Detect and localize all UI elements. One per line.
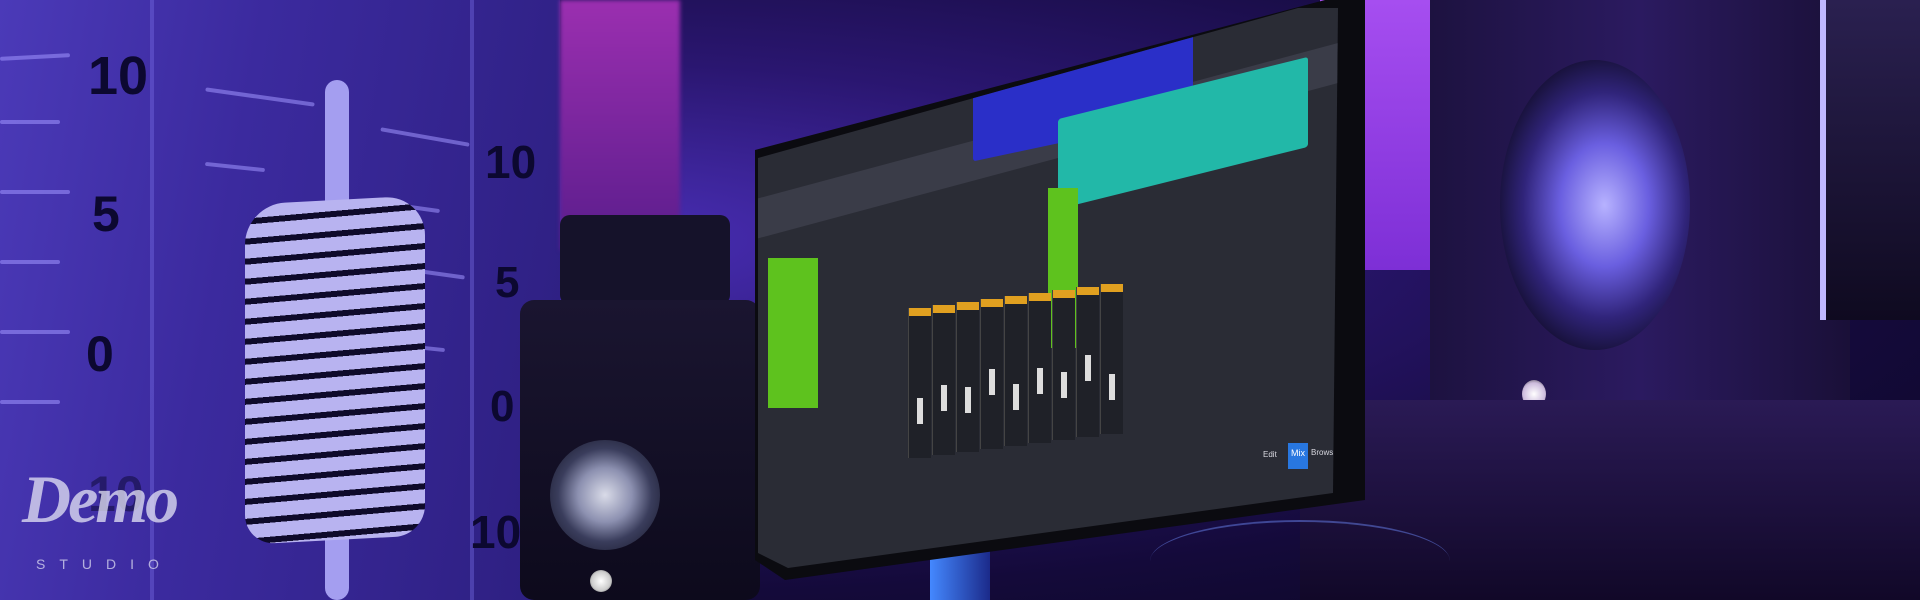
left-studio-monitor <box>520 300 760 600</box>
right-woofer <box>1500 60 1690 350</box>
scale-number: 10 <box>485 136 537 188</box>
logo-subtitle: STUDIO <box>36 556 173 572</box>
mixer-channel[interactable] <box>1076 287 1099 437</box>
tick <box>380 127 470 147</box>
right-studio-monitor <box>1430 0 1850 460</box>
channel-fader[interactable] <box>1109 374 1115 400</box>
channel-name-tag <box>1029 293 1051 301</box>
channel-name-tag <box>981 299 1003 307</box>
tick <box>0 53 71 61</box>
channel-name-tag <box>1101 284 1123 292</box>
scale-number: 0 <box>490 382 515 431</box>
scale-number: 10 <box>470 506 522 558</box>
channel-fader[interactable] <box>1013 384 1019 410</box>
mixer-channel[interactable] <box>1004 296 1027 446</box>
tick <box>0 260 60 264</box>
logo-wordmark: Demo <box>22 461 179 537</box>
left-monitor-top <box>560 215 730 305</box>
studio-photo: 10 5 0 10 10 5 0 10 Mix Edit Browse Demo… <box>0 0 1920 600</box>
channel-name-tag <box>933 305 955 313</box>
channel-fader[interactable] <box>965 387 971 413</box>
channel-fader[interactable] <box>989 369 995 395</box>
mixer-channel[interactable] <box>1100 284 1123 434</box>
scale-number: 5 <box>495 258 520 307</box>
pink-light <box>560 0 680 250</box>
daw-screen: Mix Edit Browse <box>758 8 1338 568</box>
mixer-channel[interactable] <box>956 302 979 452</box>
scale-number: 10 <box>88 46 149 106</box>
channel-name-tag <box>1077 287 1099 295</box>
tick <box>0 330 70 334</box>
track-color-strip <box>768 258 818 408</box>
tick <box>204 161 266 173</box>
channel-fader[interactable] <box>1037 368 1043 394</box>
scale-number: 0 <box>86 326 114 382</box>
tick <box>0 120 60 124</box>
channel-fader[interactable] <box>941 385 947 411</box>
mixer-channel[interactable] <box>980 299 1003 449</box>
mix-view-button[interactable]: Mix <box>1288 443 1308 469</box>
cable <box>1150 520 1450 600</box>
channel-name-tag <box>909 308 931 316</box>
left-monitor-led <box>590 570 612 592</box>
channel-fader[interactable] <box>1085 355 1091 381</box>
far-right-screen <box>1820 0 1920 320</box>
mixer-channel[interactable] <box>932 305 955 455</box>
channel-name-tag <box>1053 290 1075 298</box>
channel-fader[interactable] <box>1061 372 1067 398</box>
studio-logo: Demo STUDIO <box>22 460 192 590</box>
edit-view-button[interactable]: Edit <box>1263 450 1277 459</box>
left-woofer <box>550 440 660 550</box>
channel-fader[interactable] <box>917 398 923 424</box>
mixer-channel[interactable] <box>1052 290 1075 440</box>
mixer-channel[interactable] <box>1028 293 1051 443</box>
scale-number: 5 <box>92 186 120 242</box>
channel-name-tag <box>957 302 979 310</box>
channel-name-tag <box>1005 296 1027 304</box>
mixer-channel[interactable] <box>908 308 931 458</box>
fader-cap-artwork <box>245 195 425 545</box>
tick <box>0 190 70 194</box>
tick <box>0 400 60 404</box>
tick <box>205 87 315 107</box>
